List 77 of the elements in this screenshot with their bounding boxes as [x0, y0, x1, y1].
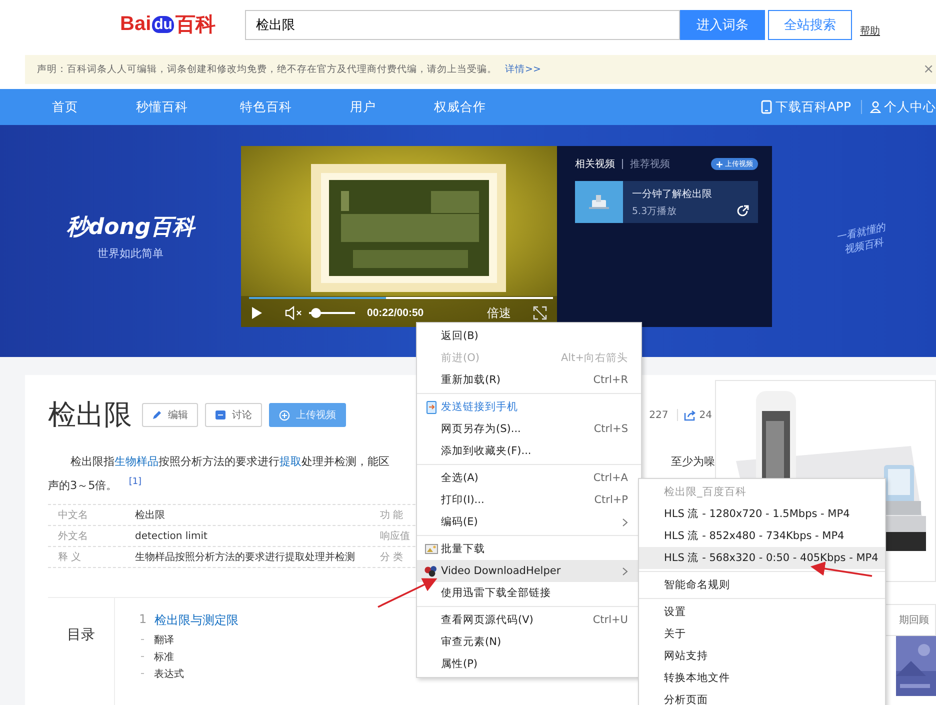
- menu-item[interactable]: HLS 流 - 852x480 - 734Kbps - MP4: [639, 525, 885, 547]
- video-title: 一分钟了解检出限: [632, 188, 712, 200]
- menu-item[interactable]: 设置: [639, 601, 885, 623]
- menu-item[interactable]: HLS 流 - 1280x720 - 1.5Mbps - MP4: [639, 503, 885, 525]
- toc-link[interactable]: 检出限与测定限: [154, 612, 239, 629]
- phone-icon: [426, 400, 436, 414]
- menu-item[interactable]: 转换本地文件: [639, 667, 885, 689]
- summary-text: 声的3～5倍。: [48, 479, 118, 492]
- menu-item[interactable]: 全选(A) Ctrl+A: [417, 467, 641, 489]
- menu-item[interactable]: 网页另存为(S)... Ctrl+S: [417, 418, 641, 440]
- help-link[interactable]: 帮助: [860, 24, 880, 38]
- play-count: 5.3万播放: [632, 204, 678, 218]
- logo[interactable]: Bai du 百科: [120, 11, 240, 38]
- toc-link[interactable]: 表达式: [154, 666, 184, 680]
- share-icon[interactable]: [737, 205, 749, 217]
- info-value: detection limit: [135, 530, 208, 542]
- summary-text: 至少为噪: [671, 454, 715, 470]
- search-field[interactable]: 检出限: [245, 10, 680, 40]
- info-label: 响应值: [380, 530, 410, 543]
- pencil-icon: [152, 410, 162, 420]
- discuss-button[interactable]: 讨论: [205, 403, 262, 427]
- toc-link[interactable]: 标准: [154, 650, 174, 664]
- edit-button[interactable]: 编辑: [142, 403, 198, 427]
- share-count: 24: [699, 410, 712, 420]
- menu-item[interactable]: 重新加载(R) Ctrl+R: [417, 369, 641, 391]
- plus-icon: [716, 160, 723, 168]
- info-value: 检出限: [135, 508, 166, 522]
- toc-link[interactable]: 翻译: [154, 632, 174, 646]
- notice-text: 声明：百科词条人人可编辑，词条创建和修改均免费，绝不存在官方及代理商付费代编，请勿上当受骗。: [37, 63, 497, 76]
- menu-item[interactable]: 属性(P): [417, 653, 641, 675]
- menu-item[interactable]: 智能命名规则: [639, 574, 885, 596]
- video-item[interactable]: 一分钟了解检出限 5.3万播放: [575, 181, 758, 223]
- past-issues-tab[interactable]: 期回顾: [899, 613, 929, 627]
- menu-item[interactable]: 返回(B): [417, 325, 641, 347]
- info-label: 释 义: [57, 550, 82, 564]
- menu-item[interactable]: 审查元素(N): [417, 631, 641, 653]
- menu-item[interactable]: 使用迅雷下载全部链接: [417, 582, 641, 604]
- section-number: 1: [139, 612, 147, 628]
- user-icon: [870, 101, 881, 113]
- reference-link[interactable]: [1]: [128, 477, 142, 487]
- balls-icon: [424, 565, 438, 577]
- entry-title: 检出限: [48, 397, 132, 433]
- video-tab[interactable]: 相关视频: [575, 157, 615, 171]
- image-icon: [424, 544, 438, 554]
- like-count: 227: [649, 410, 668, 420]
- menu-item[interactable]: 分析页面: [639, 689, 885, 705]
- menu-item[interactable]: 网站支持: [639, 645, 885, 667]
- comment-icon: [215, 410, 226, 420]
- time-display: 00:22/00:50: [367, 307, 424, 319]
- fullscreen-icon[interactable]: [533, 306, 547, 320]
- slogan: 世界如此简单: [98, 246, 164, 261]
- submenu-title: 检出限_百度百科: [663, 485, 748, 500]
- video-tab[interactable]: 推荐视频: [630, 157, 670, 171]
- annotation-arrow: [810, 562, 872, 577]
- speed-button[interactable]: 倍速: [487, 304, 511, 322]
- toc-heading: 目录: [67, 626, 95, 644]
- info-value: 生物样品按照分析方法的要求进行提取处理并检测: [135, 550, 356, 564]
- annotation-arrow: [378, 578, 438, 608]
- details-link[interactable]: 详情>>: [505, 63, 541, 76]
- info-label: 外文名: [57, 530, 89, 543]
- menu-item[interactable]: 添加到收藏夹(F)...: [417, 440, 641, 462]
- menu-item[interactable]: HLS 流 - 568x320 - 0:50 - 405Kbps - MP4: [639, 547, 885, 569]
- plus-circle-icon: [279, 410, 290, 420]
- menu-item[interactable]: 打印(I)... Ctrl+P: [417, 489, 641, 511]
- brand-logo: 秒dong百科: [66, 214, 195, 242]
- menu-item[interactable]: 关于: [639, 623, 885, 645]
- info-label: 中文名: [57, 508, 89, 522]
- info-label: 功 能: [380, 508, 404, 522]
- menu-item[interactable]: 发送链接到手机: [417, 396, 641, 418]
- info-label: 分 类: [380, 550, 404, 564]
- menu-item[interactable]: 查看网页源代码(V) Ctrl+U: [417, 609, 641, 631]
- play-icon[interactable]: [251, 306, 263, 320]
- menu-item[interactable]: 编码(E): [417, 511, 641, 533]
- phone-icon: [761, 100, 772, 114]
- summary-text: 检出限指生物样品按照分析方法的要求进行提取处理并检测，能区: [70, 454, 390, 470]
- menu-item[interactable]: Video DownloadHelper: [417, 560, 641, 582]
- menu-item[interactable]: 批量下载: [417, 538, 641, 560]
